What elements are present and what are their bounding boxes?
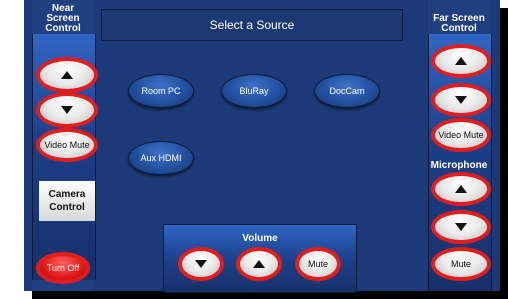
far-video-mute-label: Video Mute — [438, 130, 484, 140]
up-arrow-icon — [253, 260, 265, 268]
volume-up-button[interactable] — [236, 247, 282, 281]
down-arrow-icon — [61, 106, 73, 114]
microphone-down-button[interactable] — [431, 210, 491, 244]
far-screen-down-button[interactable] — [431, 83, 491, 117]
near-screen-up-button[interactable] — [36, 57, 98, 93]
turn-off-button[interactable]: Turn Off — [36, 252, 90, 284]
volume-down-button[interactable] — [178, 247, 224, 281]
camera-control-line1: Camera — [48, 189, 86, 200]
down-arrow-icon — [455, 96, 467, 104]
near-screen-video-mute-button[interactable]: Video Mute — [36, 128, 98, 162]
source-label: Room PC — [141, 86, 181, 96]
up-arrow-icon — [61, 71, 73, 79]
camera-control-button[interactable]: Camera Control — [39, 181, 95, 221]
source-bluray-button[interactable]: BluRay — [221, 74, 287, 108]
page-title: Select a Source — [209, 18, 295, 32]
microphone-title: Microphone — [430, 160, 488, 171]
volume-mute-button[interactable]: Mute — [295, 247, 341, 281]
source-label: DocCam — [329, 86, 365, 96]
volume-mute-label: Mute — [307, 259, 328, 269]
far-screen-up-button[interactable] — [431, 44, 491, 78]
microphone-mute-label: Mute — [450, 259, 471, 269]
near-screen-down-button[interactable] — [36, 92, 98, 128]
camera-control-line2: Control — [49, 202, 85, 213]
page-title-bar: Select a Source — [101, 9, 403, 41]
up-arrow-icon — [455, 185, 467, 193]
microphone-mute-button[interactable]: Mute — [431, 247, 491, 281]
turn-off-label: Turn Off — [46, 263, 80, 273]
near-screen-title-3: Control — [45, 23, 81, 34]
near-video-mute-label: Video Mute — [44, 140, 90, 150]
source-aux-hdmi-button[interactable]: Aux HDMI — [128, 141, 194, 175]
up-arrow-icon — [455, 57, 467, 65]
down-arrow-icon — [195, 260, 207, 268]
source-label: Aux HDMI — [140, 153, 182, 163]
volume-title: Volume — [242, 233, 278, 244]
far-screen-video-mute-button[interactable]: Video Mute — [431, 118, 491, 152]
source-label: BluRay — [239, 86, 269, 96]
far-screen-title-2: Control — [441, 23, 477, 34]
source-doccam-button[interactable]: DocCam — [314, 74, 380, 108]
source-room-pc-button[interactable]: Room PC — [128, 74, 194, 108]
microphone-up-button[interactable] — [431, 172, 491, 206]
down-arrow-icon — [455, 223, 467, 231]
